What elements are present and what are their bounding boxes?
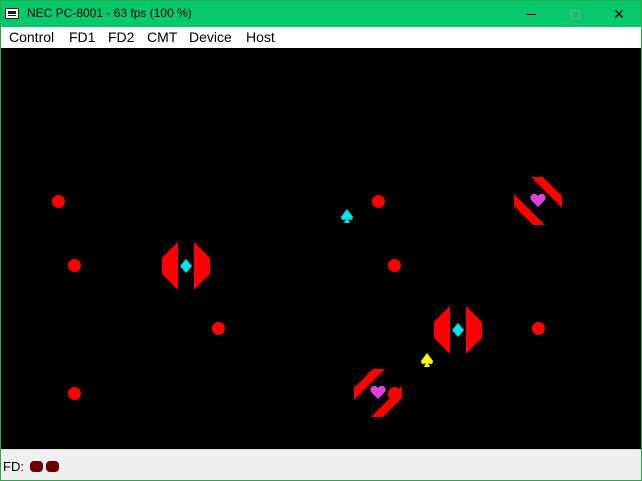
status-bar: FD:	[1, 449, 641, 480]
red-ship-icon	[162, 242, 210, 290]
emulator-window: NEC PC-8001 - 63 fps (100 %) ✕ Control F…	[0, 0, 642, 481]
red-dot	[532, 322, 545, 335]
menu-fd2[interactable]: FD2	[108, 29, 134, 45]
app-computer-icon[interactable]	[5, 8, 19, 19]
menu-bar: Control FD1 FD2 CMT Device Host	[1, 27, 641, 48]
drive-2-led	[46, 461, 59, 472]
red-dot	[68, 259, 81, 272]
maximize-icon	[570, 9, 580, 19]
title-bar[interactable]: NEC PC-8001 - 63 fps (100 %) ✕	[1, 1, 641, 27]
menu-control[interactable]: Control	[9, 29, 54, 45]
red-dot	[52, 195, 65, 208]
red-ship-diagonal-icon	[354, 369, 402, 417]
maximize-button[interactable]	[553, 1, 597, 27]
red-ship-diagonal-icon	[514, 177, 562, 225]
menu-device[interactable]: Device	[189, 29, 232, 45]
close-icon: ✕	[613, 5, 625, 22]
menu-host[interactable]: Host	[246, 29, 275, 45]
menu-fd1[interactable]: FD1	[69, 29, 95, 45]
window-title: NEC PC-8001 - 63 fps (100 %)	[27, 6, 192, 20]
red-ship-icon	[434, 306, 482, 354]
red-dot	[372, 195, 385, 208]
red-dot	[388, 259, 401, 272]
fd-status-label: FD:	[3, 459, 24, 474]
cyan-spade-icon	[341, 209, 353, 223]
minimize-icon	[526, 13, 536, 15]
drive-1-led	[30, 461, 43, 472]
red-dot	[68, 387, 81, 400]
emulator-screen[interactable]	[1, 48, 641, 449]
close-button[interactable]: ✕	[597, 1, 641, 27]
red-dot	[212, 322, 225, 335]
menu-cmt[interactable]: CMT	[147, 29, 177, 45]
minimize-button[interactable]	[509, 1, 553, 27]
